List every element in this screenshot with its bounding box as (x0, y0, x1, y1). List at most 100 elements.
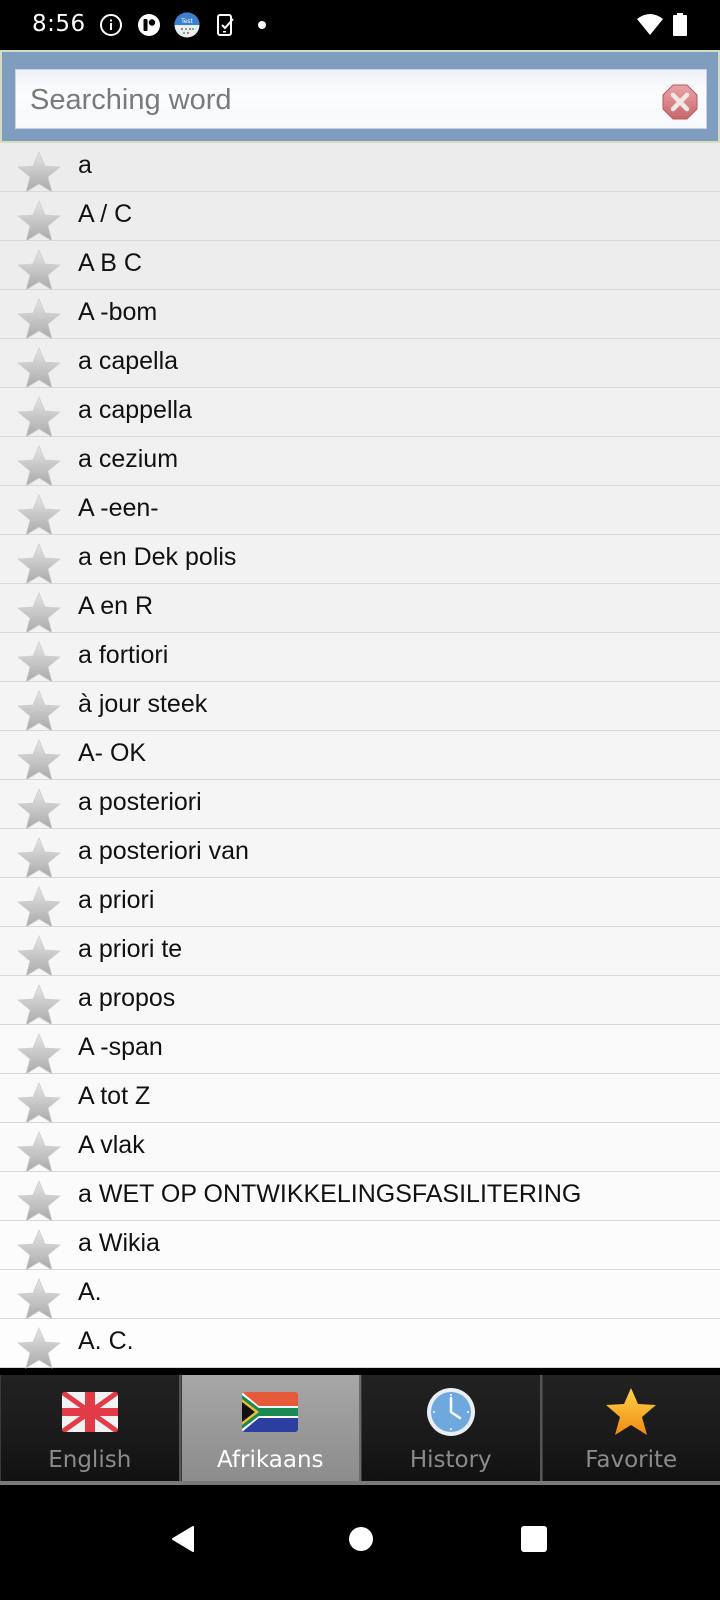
tab-label: Favorite (585, 1447, 678, 1473)
favorite-star-icon[interactable] (17, 151, 61, 193)
word-text: a propos (78, 984, 176, 1012)
word-text: a (78, 151, 92, 179)
list-item[interactable]: A B C (0, 241, 720, 291)
favorite-star-icon[interactable] (17, 494, 61, 536)
favorite-star-icon[interactable] (17, 935, 61, 977)
list-item[interactable]: a en Dek polis (0, 535, 720, 585)
favorite-star-icon[interactable] (17, 445, 61, 487)
list-item[interactable]: a Wikia (0, 1221, 720, 1271)
favorite-star-icon[interactable] (17, 543, 61, 585)
tab-favorite[interactable]: Favorite (541, 1375, 720, 1481)
word-text: a fortiori (78, 641, 169, 669)
search-input[interactable] (30, 78, 630, 122)
list-item[interactable]: a (0, 143, 720, 193)
list-item[interactable]: A tot Z (0, 1074, 720, 1124)
list-item[interactable]: a propos (0, 976, 720, 1026)
list-item[interactable]: a priori (0, 878, 720, 928)
list-item[interactable]: a WET OP ONTWIKKELINGSFASILITERING (0, 1172, 720, 1222)
word-list[interactable]: a A / C A B C A -bom a capella a cappella a ce… (0, 143, 720, 1375)
list-item[interactable]: A -span (0, 1025, 720, 1075)
word-text: à jour steek (78, 690, 208, 718)
list-item[interactable]: A. (0, 1270, 720, 1320)
favorite-star-icon[interactable] (17, 1131, 61, 1173)
info-icon (100, 14, 122, 36)
tab-afrikaans[interactable]: Afrikaans (180, 1375, 361, 1481)
word-text: A. (78, 1278, 102, 1306)
favorite-star-icon[interactable] (17, 886, 61, 928)
back-icon[interactable] (170, 1525, 196, 1553)
word-text: A- OK (78, 739, 147, 767)
word-text: A B C (78, 249, 142, 277)
word-text: A -een- (78, 494, 159, 522)
list-item[interactable]: A -een- (0, 486, 720, 536)
favorite-star-icon[interactable] (17, 249, 61, 291)
search-bar (0, 50, 720, 143)
word-text: a priori te (78, 935, 183, 963)
list-item[interactable]: A / C (0, 192, 720, 242)
word-text: a Wikia (78, 1229, 160, 1257)
favorite-star-icon[interactable] (17, 984, 61, 1026)
tab-bar: English Afrikaans History Favorite (0, 1375, 720, 1485)
wifi-icon (637, 14, 663, 35)
favorite-star-icon[interactable] (17, 837, 61, 879)
word-text: a cappella (78, 396, 192, 424)
list-item[interactable]: a cappella (0, 388, 720, 438)
battery-icon (673, 13, 687, 36)
tab-history[interactable]: History (361, 1375, 542, 1481)
south-africa-flag-icon (242, 1392, 299, 1432)
clock-icon (426, 1388, 475, 1436)
search-box (15, 69, 707, 129)
star-icon (606, 1388, 657, 1435)
favorite-star-icon[interactable] (17, 1278, 61, 1320)
clear-icon[interactable] (662, 84, 698, 120)
svg-text:Test: Test (180, 18, 193, 25)
list-item[interactable]: A- OK (0, 731, 720, 781)
list-item[interactable]: A en R (0, 584, 720, 634)
word-text: A tot Z (78, 1082, 151, 1110)
tab-label: English (48, 1447, 132, 1473)
list-item[interactable]: a fortiori (0, 633, 720, 683)
word-text: a posteriori (78, 788, 202, 816)
app-notification-icon (138, 14, 160, 36)
word-text: a en Dek polis (78, 543, 237, 571)
favorite-star-icon[interactable] (17, 396, 61, 438)
favorite-star-icon[interactable] (17, 592, 61, 634)
word-text: a cezium (78, 445, 179, 473)
list-item[interactable]: A vlak (0, 1123, 720, 1173)
favorite-star-icon[interactable] (17, 690, 61, 732)
status-time: 8:56 (32, 11, 86, 37)
favorite-star-icon[interactable] (17, 739, 61, 781)
favorite-star-icon[interactable] (17, 347, 61, 389)
list-item[interactable]: a posteriori (0, 780, 720, 830)
favorite-star-icon[interactable] (17, 298, 61, 340)
favorite-star-icon[interactable] (17, 1033, 61, 1075)
tab-label: Afrikaans (216, 1447, 324, 1473)
word-text: a WET OP ONTWIKKELINGSFASILITERING (78, 1180, 582, 1208)
word-text: A vlak (78, 1131, 145, 1159)
list-item[interactable]: à jour steek (0, 682, 720, 732)
word-text: a priori (78, 886, 155, 914)
word-text: A / C (78, 200, 133, 228)
list-item[interactable]: A -bom (0, 290, 720, 340)
favorite-star-icon[interactable] (17, 1180, 61, 1222)
favorite-star-icon[interactable] (17, 1229, 61, 1271)
uk-flag-icon (61, 1392, 118, 1432)
word-text: A -span (78, 1033, 163, 1061)
favorite-star-icon[interactable] (17, 200, 61, 242)
tab-english[interactable]: English (0, 1375, 181, 1481)
status-bar: 8:56 Test (0, 0, 720, 50)
list-item[interactable]: a priori te (0, 927, 720, 977)
list-item[interactable]: a capella (0, 339, 720, 389)
recents-icon[interactable] (521, 1526, 547, 1552)
word-text: A en R (78, 592, 154, 620)
favorite-star-icon[interactable] (17, 788, 61, 830)
favorite-star-icon[interactable] (17, 1327, 61, 1369)
test-calendar-icon: Test (174, 12, 200, 38)
favorite-star-icon[interactable] (17, 1082, 61, 1124)
list-item[interactable]: A. C. (0, 1319, 720, 1369)
favorite-star-icon[interactable] (17, 641, 61, 683)
word-text: a capella (78, 347, 179, 375)
list-item[interactable]: a posteriori van (0, 829, 720, 879)
home-icon[interactable] (348, 1526, 374, 1552)
list-item[interactable]: a cezium (0, 437, 720, 487)
